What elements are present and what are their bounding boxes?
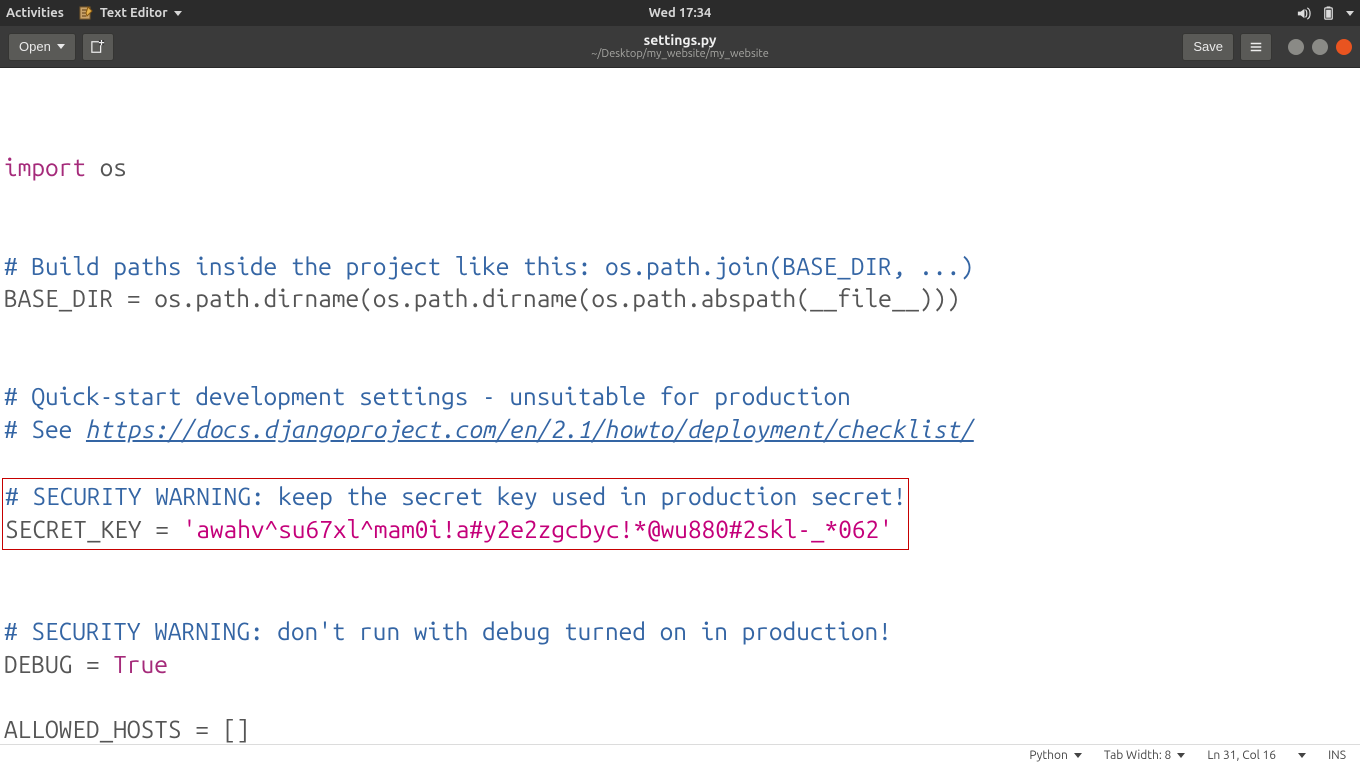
code-line: # Quick-start development settings - uns…	[4, 382, 851, 410]
code-line: # SECURITY WARNING: keep the secret key …	[5, 482, 906, 510]
cursor-position-label: Ln 31, Col 16	[1207, 749, 1276, 762]
header-bar: Open settings.py ~/Desktop/my_website/my…	[0, 26, 1360, 68]
code-line: # See https://docs.djangoproject.com/en/…	[4, 415, 974, 443]
open-button[interactable]: Open	[8, 33, 76, 61]
code-line	[4, 350, 18, 378]
status-bar: Python Tab Width: 8 Ln 31, Col 16 INS	[0, 744, 1360, 766]
code-line: DEBUG = True	[4, 650, 168, 678]
code-line: BASE_DIR = os.path.dirname(os.path.dirna…	[4, 284, 960, 312]
code-line	[4, 585, 18, 613]
window-controls	[1288, 39, 1352, 55]
source-view[interactable]: import os # Build paths inside the proje…	[0, 68, 1360, 744]
document-title: settings.py	[591, 32, 769, 48]
chevron-down-icon	[1074, 753, 1082, 758]
code-line	[4, 121, 18, 149]
open-button-label: Open	[19, 39, 51, 54]
code-line	[4, 448, 18, 476]
app-menu[interactable]: Text Editor	[78, 5, 182, 21]
document-path: ~/Desktop/my_website/my_website	[591, 48, 769, 61]
app-menu-label: Text Editor	[100, 6, 168, 20]
code-line: ALLOWED_HOSTS = []	[4, 715, 250, 743]
language-selector[interactable]: Python	[1029, 749, 1082, 762]
code-line: import os	[4, 153, 127, 181]
highlight-box: # SECURITY WARNING: keep the secret key …	[2, 478, 909, 549]
tab-width-label: Tab Width: 8	[1104, 749, 1171, 762]
new-document-icon	[91, 40, 105, 54]
chevron-down-icon	[174, 11, 182, 16]
chevron-down-icon	[1177, 753, 1185, 758]
battery-icon	[1321, 6, 1336, 21]
hamburger-menu-button[interactable]	[1240, 33, 1272, 61]
text-editor-icon	[78, 5, 94, 21]
new-document-button[interactable]	[82, 33, 114, 61]
insert-mode-label: INS	[1328, 749, 1346, 762]
tab-width-selector[interactable]: Tab Width: 8	[1104, 749, 1185, 762]
title-area: settings.py ~/Desktop/my_website/my_webs…	[591, 32, 769, 61]
chevron-down-icon	[1346, 11, 1354, 16]
save-button-label: Save	[1193, 39, 1223, 54]
code-line	[4, 317, 18, 345]
code-line	[4, 219, 18, 247]
gnome-top-panel: Activities Text Editor Wed 17:34	[0, 0, 1360, 26]
hamburger-icon	[1249, 40, 1263, 54]
system-tray[interactable]	[1296, 6, 1354, 21]
window-close-button[interactable]	[1336, 39, 1352, 55]
window-maximize-button[interactable]	[1312, 39, 1328, 55]
code-line: # SECURITY WARNING: don't run with debug…	[4, 617, 892, 645]
save-button[interactable]: Save	[1182, 33, 1234, 61]
window-minimize-button[interactable]	[1288, 39, 1304, 55]
code-line: SECRET_KEY = 'awahv^su67xl^mam0i!a#y2e2z…	[5, 515, 893, 543]
chevron-down-icon	[1298, 753, 1306, 758]
volume-icon	[1296, 6, 1311, 21]
clock[interactable]: Wed 17:34	[649, 6, 712, 20]
chevron-down-icon	[57, 44, 65, 49]
insert-mode[interactable]: INS	[1328, 749, 1346, 762]
code-line	[4, 186, 18, 214]
code-line	[4, 683, 18, 711]
cursor-position[interactable]: Ln 31, Col 16	[1207, 749, 1276, 762]
activities-button[interactable]: Activities	[6, 6, 64, 20]
code-line: # Build paths inside the project like th…	[4, 252, 974, 280]
language-label: Python	[1029, 749, 1068, 762]
